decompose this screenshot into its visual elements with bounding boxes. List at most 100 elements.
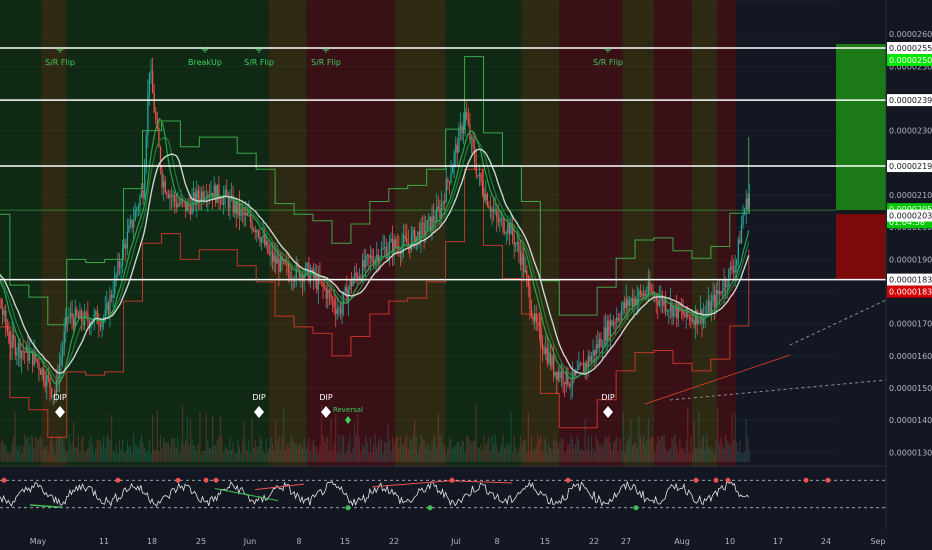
candle-body: [589, 356, 591, 362]
candle-body: [481, 181, 484, 194]
volume-bar: [564, 452, 566, 462]
volume-bar: [185, 439, 187, 462]
volume-bar: [497, 452, 499, 462]
candle-body: [665, 300, 667, 312]
candle-body: [338, 308, 340, 311]
volume-bar: [204, 451, 206, 462]
volume-bar: [492, 444, 495, 462]
candle-body: [594, 349, 596, 356]
volume-bar: [363, 447, 365, 462]
candle-body: [133, 220, 135, 228]
candle-body: [178, 203, 181, 205]
candle-body: [224, 189, 226, 197]
candle-body: [728, 268, 730, 286]
volume-bar: [477, 447, 479, 462]
volume-bar: [58, 438, 61, 462]
volume-bar: [560, 437, 563, 462]
volume-bar: [305, 449, 307, 462]
volume-bar: [707, 447, 709, 462]
volume-bar: [545, 437, 547, 462]
candle-body: [221, 203, 223, 205]
candle-body: [316, 275, 318, 290]
candle-body: [197, 190, 200, 199]
candle-body: [251, 222, 253, 230]
candle-body: [624, 302, 626, 308]
volume-bar: [551, 451, 553, 462]
candle-body: [117, 261, 119, 275]
candle-body: [167, 194, 170, 198]
volume-bar: [365, 434, 367, 462]
volume-bar: [336, 453, 338, 462]
candle-body: [551, 356, 553, 366]
volume-bar: [241, 438, 244, 462]
position-tool[interactable]: [836, 44, 886, 280]
volume-bar: [706, 434, 708, 462]
time-tick-label: 18: [147, 537, 157, 546]
volume-bar: [350, 453, 353, 462]
candle-body: [31, 349, 34, 366]
volume-bar: [245, 442, 247, 462]
candle-body: [267, 240, 269, 253]
volume-bar: [16, 446, 18, 462]
candle-body: [39, 370, 42, 375]
volume-bar: [265, 438, 267, 462]
time-axis[interactable]: May 11 18 25 Jun 8 15 22 Jul 8 15 22 27 Aug 10 17 24 Sep: [0, 530, 932, 550]
volume-bar: [464, 453, 466, 462]
candle-body: [286, 263, 288, 265]
candle-body: [426, 220, 428, 230]
candle-body: [534, 314, 536, 322]
volume-bar: [253, 448, 255, 462]
price-axis[interactable]: 0.000026000.000025000.000024000.00002300…: [885, 0, 932, 550]
signal-plus: +: [604, 45, 612, 56]
volume-bar: [655, 443, 657, 462]
candle-body: [627, 298, 629, 306]
candle-body: [376, 254, 378, 260]
signal-label: BreakUp: [188, 58, 222, 67]
candle-body: [538, 322, 541, 327]
volume-bar: [186, 414, 188, 462]
volume-bar: [496, 444, 498, 462]
volume-bar: [325, 437, 327, 462]
volume-bar: [540, 434, 542, 462]
volume-bar: [259, 435, 261, 462]
candle-body: [545, 347, 547, 354]
osc-overbought-dot: [725, 477, 731, 483]
volume-bar: [61, 438, 64, 462]
candle-body: [404, 235, 406, 238]
volume-bar: [628, 436, 630, 462]
volume-bar: [734, 412, 736, 462]
volume-bar: [159, 434, 162, 462]
candle-body: [466, 112, 468, 120]
volume-bar: [316, 447, 318, 462]
volume-bar: [448, 437, 450, 462]
candle-body: [706, 311, 708, 315]
volume-bar: [202, 450, 204, 462]
volume-bar: [140, 434, 143, 462]
volume-bar: [647, 418, 649, 462]
volume-bar: [592, 447, 594, 462]
volume-bar: [434, 434, 436, 462]
volume-bar: [226, 448, 228, 462]
candle-body: [283, 260, 285, 262]
volume-bar: [31, 436, 34, 462]
volume-bar: [238, 446, 241, 462]
volume-bar: [20, 453, 23, 462]
volume-bar: [559, 442, 561, 462]
volume-bar: [103, 436, 105, 462]
volume-bar: [466, 435, 468, 462]
candlestick-chart[interactable]: + S/R Flip + BreakUp + S/R Flip + S/R Flip + S/R …: [0, 0, 932, 550]
price-tag-label: 0.00002505: [889, 56, 932, 65]
volume-bar: [50, 435, 53, 462]
candle-body: [6, 325, 9, 333]
volume-bar: [120, 449, 122, 462]
volume-bar: [279, 449, 282, 462]
price-tick-label: 0.00001500: [889, 384, 932, 393]
osc-oversold-dot: [633, 505, 639, 511]
time-tick-label: 8: [494, 537, 499, 546]
reversal-label: Reversal: [333, 406, 363, 414]
candle-body: [516, 241, 518, 244]
volume-bar: [421, 438, 424, 462]
candle-body: [619, 319, 621, 321]
candle-body: [671, 302, 673, 317]
volume-bar: [480, 444, 482, 462]
